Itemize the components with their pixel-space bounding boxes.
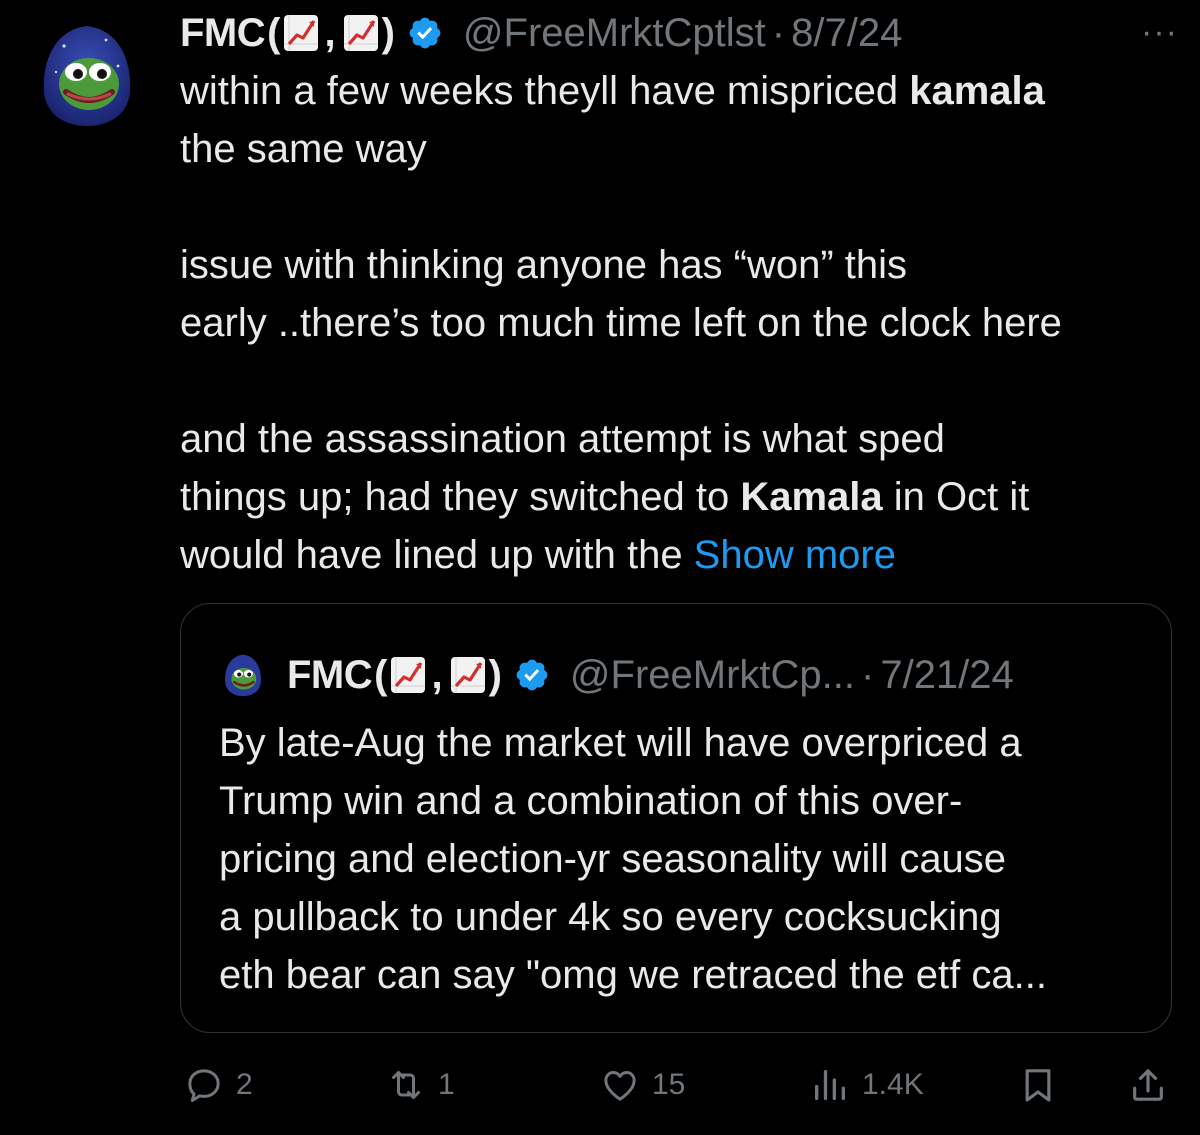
quoted-author-handle: @FreeMrktCp... xyxy=(569,652,855,697)
separator-dot: · xyxy=(771,11,786,55)
bookmark-button[interactable] xyxy=(1018,1055,1058,1115)
quoted-text-line: Trump win and a combination of this over… xyxy=(219,779,963,823)
chart-increasing-icon xyxy=(391,657,426,693)
show-more-link[interactable]: Show more xyxy=(694,533,896,577)
quoted-tweet-date: 7/21/24 xyxy=(880,652,1014,697)
like-button[interactable]: 15 xyxy=(600,1055,685,1115)
bookmark-icon xyxy=(1025,1069,1051,1102)
views-count: 1.4K xyxy=(862,1068,924,1101)
separator-dot: · xyxy=(861,652,875,697)
author-name[interactable]: FMC xyxy=(180,8,266,58)
reply-button[interactable]: 2 xyxy=(184,1055,253,1115)
paren-open: ( xyxy=(374,652,388,697)
text-segment: in Oct it xyxy=(882,475,1030,519)
tweet-text: within a few weeks theyll have mispriced… xyxy=(180,62,1180,584)
text-segment: would have lined up with the xyxy=(180,533,694,577)
chart-increasing-icon xyxy=(343,15,378,51)
author-handle[interactable]: @FreeMrktCptlst xyxy=(463,8,766,58)
like-count: 15 xyxy=(652,1068,686,1101)
text-line: early ..there’s too much time left on th… xyxy=(180,301,1062,345)
separator: , xyxy=(324,11,336,55)
more-icon[interactable]: ··· xyxy=(1141,15,1178,49)
quoted-author-name: FMC xyxy=(287,652,373,697)
text-line: issue with thinking anyone has “won” thi… xyxy=(180,243,908,287)
pepe-wizard-avatar-icon xyxy=(43,26,131,126)
action-bar: 2 1 15 1.4K xyxy=(0,1055,1200,1115)
quoted-text-line: By late-Aug the market will have overpri… xyxy=(219,721,1022,765)
repost-icon xyxy=(392,1071,420,1099)
tweet-header: FMC ( , ) @FreeMrktCptlst · 8/7/24 xyxy=(180,8,1170,58)
paren-close: ) xyxy=(381,11,395,55)
verified-badge-icon xyxy=(409,17,441,49)
paren-close: ) xyxy=(488,652,502,697)
quoted-tweet-header: FMC ( , ) @FreeMrktCp... · 7/21/24 xyxy=(221,648,1014,702)
quoted-tweet[interactable]: FMC ( , ) @FreeMrktCp... · 7/21/24 By la… xyxy=(180,603,1172,1033)
quoted-tweet-text: By late-Aug the market will have overpri… xyxy=(219,714,1139,1004)
repost-count: 1 xyxy=(438,1068,455,1101)
tweet-date[interactable]: 8/7/24 xyxy=(791,8,902,58)
text-segment: within a few weeks theyll have mispriced xyxy=(180,69,910,113)
views-button[interactable]: 1.4K xyxy=(810,1055,924,1115)
text-line: the same way xyxy=(180,127,427,171)
reply-count: 2 xyxy=(236,1068,253,1101)
keyword-kamala: Kamala xyxy=(740,475,883,519)
share-button[interactable] xyxy=(1128,1055,1168,1115)
share-icon xyxy=(1133,1069,1163,1101)
views-icon xyxy=(815,1070,845,1100)
separator: , xyxy=(431,652,443,697)
repost-button[interactable]: 1 xyxy=(386,1055,455,1115)
avatar[interactable] xyxy=(34,22,140,128)
quoted-text-line: eth bear can say "omg we retraced the et… xyxy=(219,953,1047,997)
chart-increasing-icon xyxy=(284,15,319,51)
keyword-kamala: kamala xyxy=(909,69,1045,113)
pepe-wizard-avatar-icon xyxy=(225,654,261,697)
text-segment: things up; had they switched to xyxy=(180,475,741,519)
paren-open: ( xyxy=(267,11,281,55)
quoted-text-line: a pullback to under 4k so every cocksuck… xyxy=(219,895,1002,939)
verified-badge-icon xyxy=(516,659,548,691)
text-line: and the assassination attempt is what sp… xyxy=(180,417,945,461)
reply-icon xyxy=(188,1069,220,1102)
quoted-text-line: pricing and election-yr seasonality will… xyxy=(219,837,1007,881)
chart-increasing-icon xyxy=(450,657,485,693)
like-icon xyxy=(604,1071,636,1101)
